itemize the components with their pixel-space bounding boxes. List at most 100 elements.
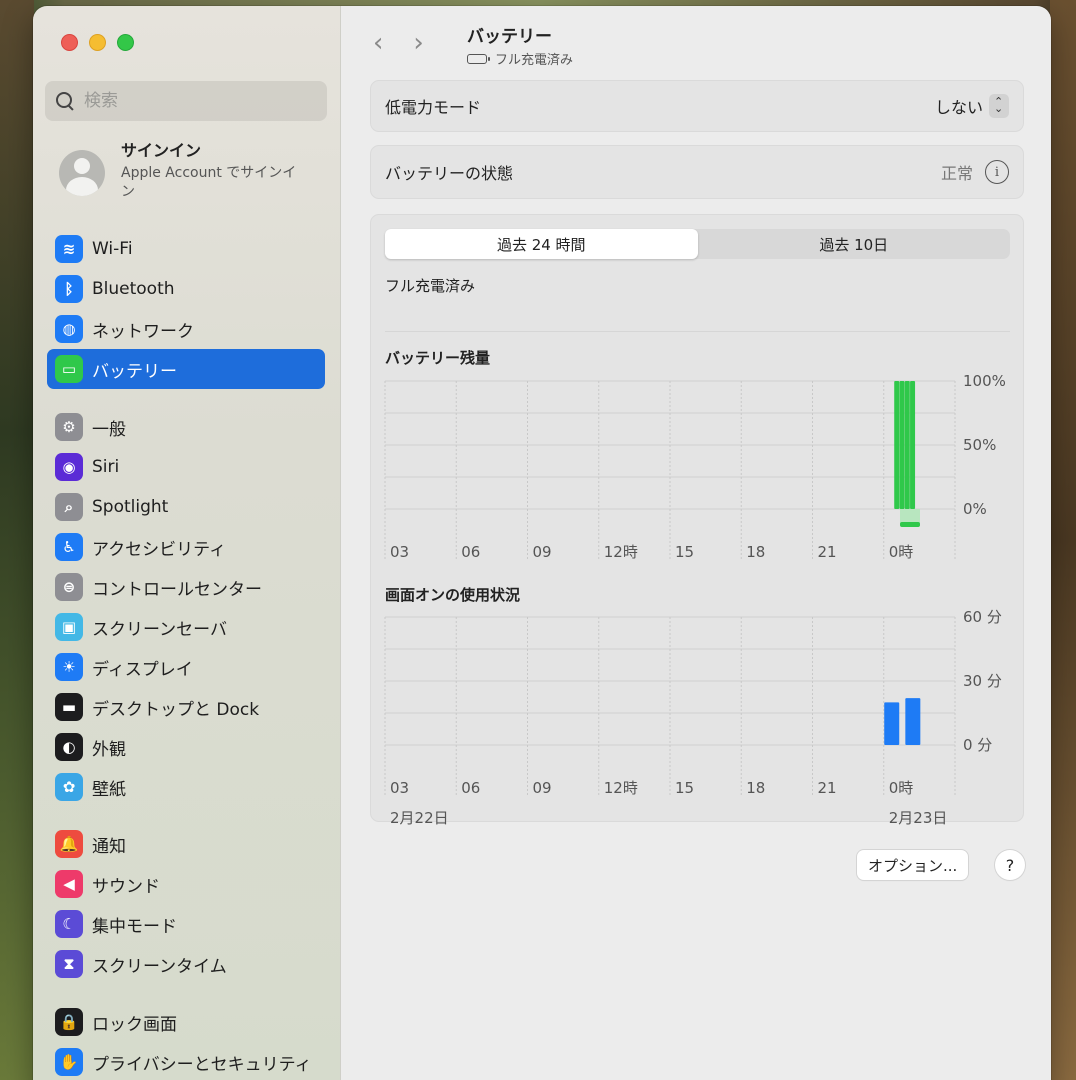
x-tick-label: 06: [461, 543, 480, 561]
search-input[interactable]: [84, 91, 304, 111]
charging-indicator: [900, 509, 920, 523]
sidebar-item-label: 外観: [92, 739, 126, 760]
back-button[interactable]: ‹: [373, 28, 383, 58]
battery-health-label: バッテリーの状態: [385, 164, 514, 183]
popup-chevron-icon: [989, 94, 1009, 118]
battery-level-chart: 100% 50% 0% 03 06 09 12時 15 18 21 0時: [384, 372, 1025, 569]
sidebar-item-control-center[interactable]: ⊜ コントロールセンター: [47, 567, 325, 607]
forward-button[interactable]: ›: [413, 28, 423, 58]
sidebar-item-spotlight[interactable]: ⌕ Spotlight: [47, 487, 325, 527]
sidebar-item-dock[interactable]: ▬ デスクトップと Dock: [47, 687, 325, 727]
gear-icon: ⚙: [55, 413, 83, 441]
divider: [385, 331, 1010, 332]
sidebar-item-label: 一般: [92, 419, 126, 440]
chart-bar: [904, 381, 910, 509]
sidebar-item-wifi[interactable]: ≋ Wi-Fi: [47, 229, 325, 269]
sidebar: サインイン Apple Account でサインイン ≋ Wi-Fi ᛒ Blueto…: [33, 6, 341, 1080]
x-tick-label: 12時: [604, 543, 638, 561]
zoom-button[interactable]: [117, 34, 134, 51]
globe-icon: ◍: [55, 315, 83, 343]
tab-last-10d[interactable]: 過去 10日: [698, 229, 1011, 259]
y-tick-label: 50%: [963, 436, 996, 454]
sidebar-item-label: Spotlight: [92, 497, 169, 517]
x-tick-label: 09: [533, 779, 552, 797]
y-tick-label: 0%: [963, 500, 987, 518]
sidebar-item-hand[interactable]: ✋ プライバシーとセキュリティ: [47, 1042, 325, 1080]
account-subtitle: Apple Account でサインイン: [121, 165, 297, 200]
sound-icon: ◀: [55, 870, 83, 898]
bluetooth-icon: ᛒ: [55, 275, 83, 303]
sidebar-item-label: プライバシーとセキュリティ: [92, 1054, 312, 1075]
sidebar-item-battery[interactable]: ▭ バッテリー: [47, 349, 325, 389]
sidebar-item-moon[interactable]: ☾ 集中モード: [47, 904, 325, 944]
wallpaper-right: [1050, 0, 1076, 1080]
low-power-label: 低電力モード: [385, 98, 482, 117]
sidebar-item-accessibility[interactable]: ♿ アクセシビリティ: [47, 527, 325, 567]
spotlight-icon: ⌕: [55, 493, 83, 521]
x-tick-label: 03: [390, 779, 409, 797]
sidebar-item-display[interactable]: ☀ ディスプレイ: [47, 647, 325, 687]
sidebar-item-hourglass[interactable]: ⧗ スクリーンタイム: [47, 944, 325, 984]
sidebar-item-appearance[interactable]: ◐ 外観: [47, 727, 325, 767]
display-icon: ☀: [55, 653, 83, 681]
appearance-icon: ◐: [55, 733, 83, 761]
x-tick-label: 18: [746, 543, 765, 561]
battery-health-card: バッテリーの状態 正常 i: [370, 145, 1024, 199]
battery-charging-icon: [467, 53, 490, 64]
chart-bar: [894, 381, 900, 509]
avatar-icon: [59, 150, 105, 196]
sidebar-item-label: ディスプレイ: [92, 659, 193, 680]
usage-card: 過去 24 時間 過去 10日 フル充電済み バッテリー残量 100% 50% 0%…: [370, 214, 1025, 827]
sidebar-item-lock[interactable]: 🔒 ロック画面: [47, 1002, 325, 1042]
sidebar-item-label: 集中モード: [92, 916, 177, 937]
battery-icon: ▭: [55, 355, 83, 383]
y-tick-label: 30 分: [963, 672, 1002, 690]
sidebar-item-notification[interactable]: 🔔 通知: [47, 824, 325, 864]
sidebar-item-gear[interactable]: ⚙ 一般: [47, 407, 325, 447]
date-label: 2月23日: [889, 809, 948, 827]
sidebar-group-general: ⚙ 一般 ◉ Siri ⌕ Spotlight ♿ アクセシビリティ ⊜ コントロールセンター ▣ ス…: [47, 407, 325, 807]
account-signin[interactable]: サインイン Apple Account でサインイン: [59, 141, 301, 202]
sidebar-item-siri[interactable]: ◉ Siri: [47, 447, 325, 487]
charging-indicator: [900, 522, 920, 527]
sidebar-item-wallpaper[interactable]: ✿ 壁紙: [47, 767, 325, 807]
control-center-icon: ⊜: [55, 573, 83, 601]
date-label: 2月22日: [390, 809, 449, 827]
dock-icon: ▬: [55, 693, 83, 721]
notification-icon: 🔔: [55, 830, 83, 858]
sidebar-item-label: Siri: [92, 457, 120, 477]
help-button[interactable]: ?: [995, 850, 1025, 880]
page-subtitle: フル充電済み: [495, 53, 574, 68]
search-field[interactable]: [45, 81, 327, 121]
sidebar-group-network: ≋ Wi-Fi ᛒ Bluetooth ◍ ネットワーク ▭ バッテリー: [47, 229, 325, 389]
sidebar-item-sound[interactable]: ◀ サウンド: [47, 864, 325, 904]
window-controls: [61, 34, 134, 51]
sidebar-item-bluetooth[interactable]: ᛒ Bluetooth: [47, 269, 325, 309]
main-pane: ‹ › バッテリー フル充電済み 低電力モード しない バッテリーの状態: [341, 6, 1051, 1080]
wifi-icon: ≋: [55, 235, 83, 263]
sidebar-item-label: ロック画面: [92, 1014, 177, 1035]
minimize-button[interactable]: [89, 34, 106, 51]
screen-usage-chart: 60 分 30 分 0 分 03 06 09 12時 15 18 21 0時 2月22日 2月23日: [384, 608, 1025, 827]
lock-icon: 🔒: [55, 1008, 83, 1036]
y-tick-label: 0 分: [963, 736, 992, 754]
sidebar-item-label: デスクトップと Dock: [92, 699, 260, 720]
title-block: バッテリー フル充電済み: [467, 22, 573, 68]
close-button[interactable]: [61, 34, 78, 51]
options-button[interactable]: オプション...: [857, 850, 969, 880]
sidebar-item-screensaver[interactable]: ▣ スクリーンセーバ: [47, 607, 325, 647]
x-tick-label: 21: [818, 543, 837, 561]
sidebar-item-label: 通知: [92, 836, 126, 857]
page-title: バッテリー: [467, 27, 552, 47]
tab-last-24h[interactable]: 過去 24 時間: [385, 229, 698, 259]
sidebar-item-globe[interactable]: ◍ ネットワーク: [47, 309, 325, 349]
chart1-title: バッテリー残量: [385, 349, 491, 367]
x-tick-label: 18: [746, 779, 765, 797]
x-tick-label: 15: [675, 543, 694, 561]
sidebar-item-label: アクセシビリティ: [92, 539, 227, 560]
y-tick-label: 60 分: [963, 608, 1002, 626]
info-icon[interactable]: i: [985, 160, 1009, 184]
low-power-popup[interactable]: しない: [935, 94, 1009, 118]
sidebar-item-label: コントロールセンター: [92, 579, 262, 600]
moon-icon: ☾: [55, 910, 83, 938]
